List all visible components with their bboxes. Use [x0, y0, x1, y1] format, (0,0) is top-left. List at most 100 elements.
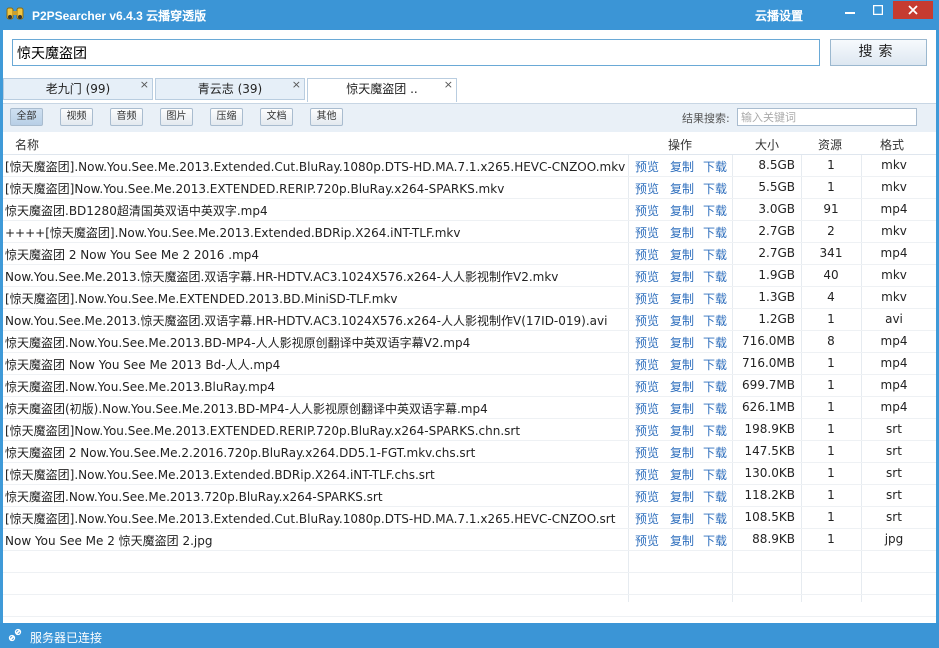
table-row[interactable]: 惊天魔盗团 2 Now You See Me 2 2016 .mp4 预览 复制 下载…	[3, 243, 936, 265]
table-row[interactable]: [惊天魔盗团].Now.You.See.Me.2013.Extended.Cut…	[3, 507, 936, 529]
download-link[interactable]: 下载	[703, 356, 727, 373]
download-link[interactable]: 下载	[703, 444, 727, 461]
preview-link[interactable]: 预览	[635, 158, 659, 175]
table-row[interactable]: [惊天魔盗团].Now.You.See.Me.2013.Extended.Cut…	[3, 155, 936, 177]
filter-other-button[interactable]: 其他	[310, 108, 343, 126]
filter-video-button[interactable]: 视频	[60, 108, 93, 126]
preview-link[interactable]: 预览	[635, 378, 659, 395]
preview-link[interactable]: 预览	[635, 532, 659, 549]
preview-link[interactable]: 预览	[635, 488, 659, 505]
preview-link[interactable]: 预览	[635, 224, 659, 241]
copy-link[interactable]: 复制	[670, 334, 694, 351]
filter-archive-button[interactable]: 压缩	[210, 108, 243, 126]
header-source[interactable]: 资源	[818, 136, 842, 153]
preview-link[interactable]: 预览	[635, 268, 659, 285]
copy-link[interactable]: 复制	[670, 356, 694, 373]
preview-link[interactable]: 预览	[635, 510, 659, 527]
filter-image-button[interactable]: 图片	[160, 108, 193, 126]
copy-link[interactable]: 复制	[670, 466, 694, 483]
download-link[interactable]: 下载	[703, 224, 727, 241]
table-row[interactable]: [惊天魔盗团].Now.You.See.Me.EXTENDED.2013.BD.…	[3, 287, 936, 309]
download-link[interactable]: 下载	[703, 290, 727, 307]
copy-link[interactable]: 复制	[670, 290, 694, 307]
tab-jingtianmodaotuan[interactable]: 惊天魔盗团 .. ×	[307, 78, 457, 102]
filter-audio-button[interactable]: 音频	[110, 108, 143, 126]
download-link[interactable]: 下载	[703, 466, 727, 483]
copy-link[interactable]: 复制	[670, 422, 694, 439]
tab-qingyunzhi[interactable]: 青云志 (39) ×	[155, 78, 305, 100]
copy-link[interactable]: 复制	[670, 378, 694, 395]
header-name[interactable]: 名称	[15, 136, 39, 153]
search-button[interactable]: 搜索	[830, 39, 927, 66]
header-size[interactable]: 大小	[755, 136, 779, 153]
table-row[interactable]: Now You See Me 2 惊天魔盗团 2.jpg 预览 复制 下载 88.9KB…	[3, 529, 936, 551]
search-input[interactable]	[12, 39, 820, 66]
tab-close-icon[interactable]: ×	[292, 78, 301, 92]
preview-link[interactable]: 预览	[635, 356, 659, 373]
preview-link[interactable]: 预览	[635, 400, 659, 417]
preview-link[interactable]: 预览	[635, 422, 659, 439]
download-link[interactable]: 下载	[703, 202, 727, 219]
file-size: 118.2KB	[744, 488, 795, 502]
maximize-button[interactable]	[865, 1, 891, 19]
preview-link[interactable]: 预览	[635, 334, 659, 351]
tab-laojiumen[interactable]: 老九门 (99) ×	[3, 78, 153, 100]
preview-link[interactable]: 预览	[635, 246, 659, 263]
download-link[interactable]: 下载	[703, 532, 727, 549]
copy-link[interactable]: 复制	[670, 180, 694, 197]
copy-link[interactable]: 复制	[670, 158, 694, 175]
table-row[interactable]: 惊天魔盗团 2 Now.You.See.Me.2.2016.720p.BluRa…	[3, 441, 936, 463]
table-row[interactable]: Now.You.See.Me.2013.惊天魔盗团.双语字幕.HR-HDTV.A…	[3, 265, 936, 287]
preview-link[interactable]: 预览	[635, 466, 659, 483]
preview-link[interactable]: 预览	[635, 202, 659, 219]
table-row[interactable]: 惊天魔盗团 Now You See Me 2013 Bd-人人.mp4 预览 复制下…	[3, 353, 936, 375]
copy-link[interactable]: 复制	[670, 246, 694, 263]
download-link[interactable]: 下载	[703, 268, 727, 285]
table-row[interactable]: [惊天魔盗团]Now.You.See.Me.2013.EXTENDED.RERI…	[3, 419, 936, 441]
empty-row	[3, 551, 936, 573]
tab-close-icon[interactable]: ×	[444, 78, 453, 92]
filter-all-button[interactable]: 全部	[10, 108, 43, 126]
copy-link[interactable]: 复制	[670, 532, 694, 549]
table-row[interactable]: 惊天魔盗团.Now.You.See.Me.2013.BluRay.mp4 预览 复制…	[3, 375, 936, 397]
download-link[interactable]: 下载	[703, 378, 727, 395]
download-link[interactable]: 下载	[703, 180, 727, 197]
copy-link[interactable]: 复制	[670, 312, 694, 329]
download-link[interactable]: 下载	[703, 400, 727, 417]
header-format[interactable]: 格式	[880, 136, 904, 153]
download-link[interactable]: 下载	[703, 158, 727, 175]
tab-close-icon[interactable]: ×	[140, 78, 149, 92]
download-link[interactable]: 下载	[703, 422, 727, 439]
download-link[interactable]: 下载	[703, 488, 727, 505]
main-panel: 搜索 老九门 (99) × 青云志 (39) × 惊天魔盗团 .. × 全部 视…	[3, 30, 936, 639]
table-row[interactable]: 惊天魔盗团(初版).Now.You.See.Me.2013.BD-MP4-人人影…	[3, 397, 936, 419]
empty-row	[3, 595, 936, 617]
copy-link[interactable]: 复制	[670, 400, 694, 417]
table-row[interactable]: ++++[惊天魔盗团].Now.You.See.Me.2013.Extended…	[3, 221, 936, 243]
close-button[interactable]	[893, 1, 933, 19]
preview-link[interactable]: 预览	[635, 290, 659, 307]
table-row[interactable]: 惊天魔盗团.Now.You.See.Me.2013.BD-MP4-人人影视原创翻…	[3, 331, 936, 353]
preview-link[interactable]: 预览	[635, 180, 659, 197]
filter-document-button[interactable]: 文档	[260, 108, 293, 126]
copy-link[interactable]: 复制	[670, 510, 694, 527]
copy-link[interactable]: 复制	[670, 224, 694, 241]
download-link[interactable]: 下载	[703, 334, 727, 351]
cloud-settings-link[interactable]: 云播设置	[755, 7, 803, 24]
download-link[interactable]: 下载	[703, 312, 727, 329]
table-row[interactable]: [惊天魔盗团]Now.You.See.Me.2013.EXTENDED.RERI…	[3, 177, 936, 199]
keyword-input[interactable]	[737, 108, 917, 126]
copy-link[interactable]: 复制	[670, 202, 694, 219]
table-row[interactable]: Now.You.See.Me.2013.惊天魔盗团.双语字幕.HR-HDTV.A…	[3, 309, 936, 331]
table-row[interactable]: 惊天魔盗团.Now.You.See.Me.2013.720p.BluRay.x2…	[3, 485, 936, 507]
preview-link[interactable]: 预览	[635, 444, 659, 461]
copy-link[interactable]: 复制	[670, 488, 694, 505]
copy-link[interactable]: 复制	[670, 268, 694, 285]
table-row[interactable]: 惊天魔盗团.BD1280超清国英双语中英双字.mp4 预览 复制 下载 3.0GB 91 m…	[3, 199, 936, 221]
preview-link[interactable]: 预览	[635, 312, 659, 329]
copy-link[interactable]: 复制	[670, 444, 694, 461]
table-row[interactable]: [惊天魔盗团].Now.You.See.Me.2013.Extended.BDR…	[3, 463, 936, 485]
minimize-button[interactable]	[837, 1, 863, 19]
download-link[interactable]: 下载	[703, 246, 727, 263]
download-link[interactable]: 下载	[703, 510, 727, 527]
